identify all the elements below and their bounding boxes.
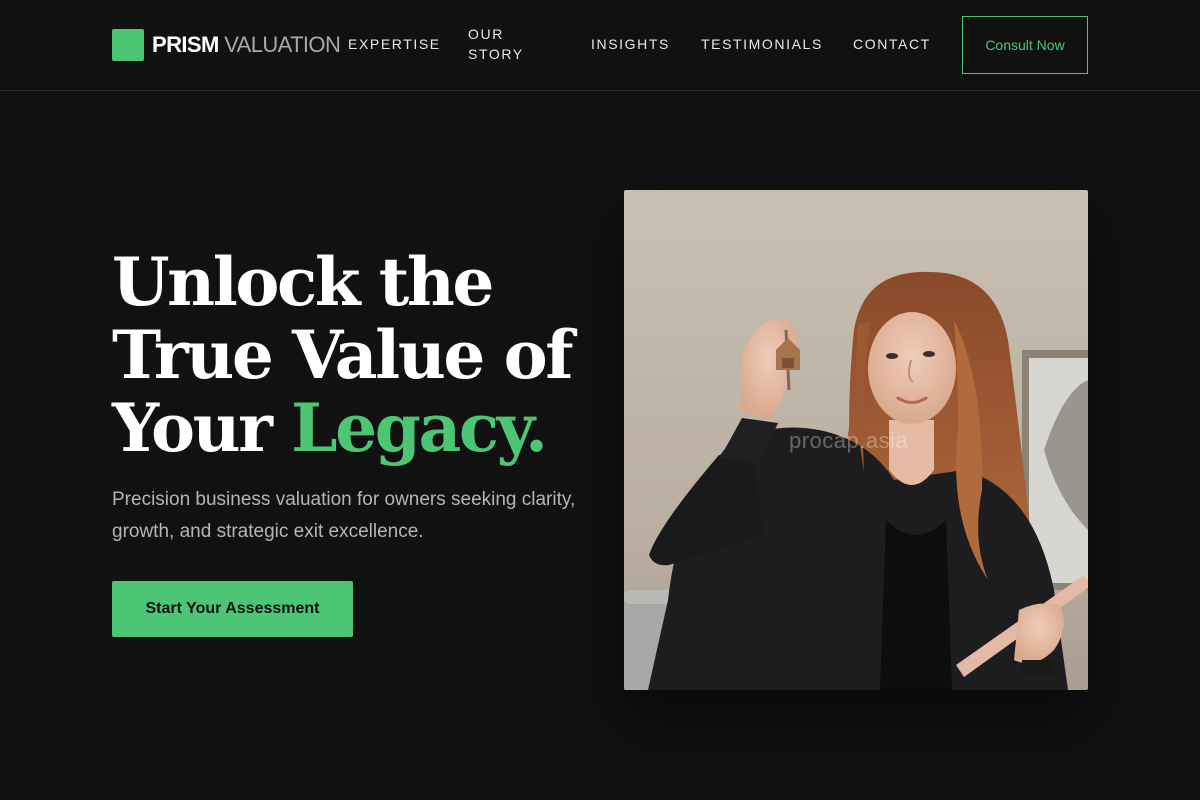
consult-now-button[interactable]: Consult Now xyxy=(962,16,1088,74)
photo-watermark: procap.asia xyxy=(789,428,909,453)
logo[interactable]: PRISM VALUATION xyxy=(112,29,341,61)
nav-our-story[interactable]: OUR STORY xyxy=(468,24,538,64)
logo-name-light: VALUATION xyxy=(224,32,341,57)
logo-mark-icon xyxy=(112,29,144,61)
hero-title-line1: Unlock the xyxy=(112,243,494,321)
hero-title-accent: Legacy. xyxy=(291,389,548,467)
logo-text: PRISM VALUATION xyxy=(152,32,341,58)
logo-name-bold: PRISM xyxy=(152,32,219,57)
nav-contact[interactable]: CONTACT xyxy=(853,34,931,54)
hero-title-line2: True Value of xyxy=(112,316,574,394)
hero-subtitle: Precision business valuation for owners … xyxy=(112,489,576,542)
nav-expertise[interactable]: EXPERTISE xyxy=(348,34,441,54)
start-assessment-button[interactable]: Start Your Assessment xyxy=(112,581,353,637)
hero-title-line3: Your xyxy=(112,389,292,467)
hero-title: Unlock the True Value of Your Legacy. xyxy=(112,246,592,465)
nav-insights[interactable]: INSIGHTS xyxy=(591,34,670,54)
nav-testimonials[interactable]: TESTIMONIALS xyxy=(701,34,823,54)
hero-photo: procap.asia xyxy=(624,190,1088,690)
site-header: PRISM VALUATION EXPERTISE OUR STORY INSI… xyxy=(0,0,1200,91)
